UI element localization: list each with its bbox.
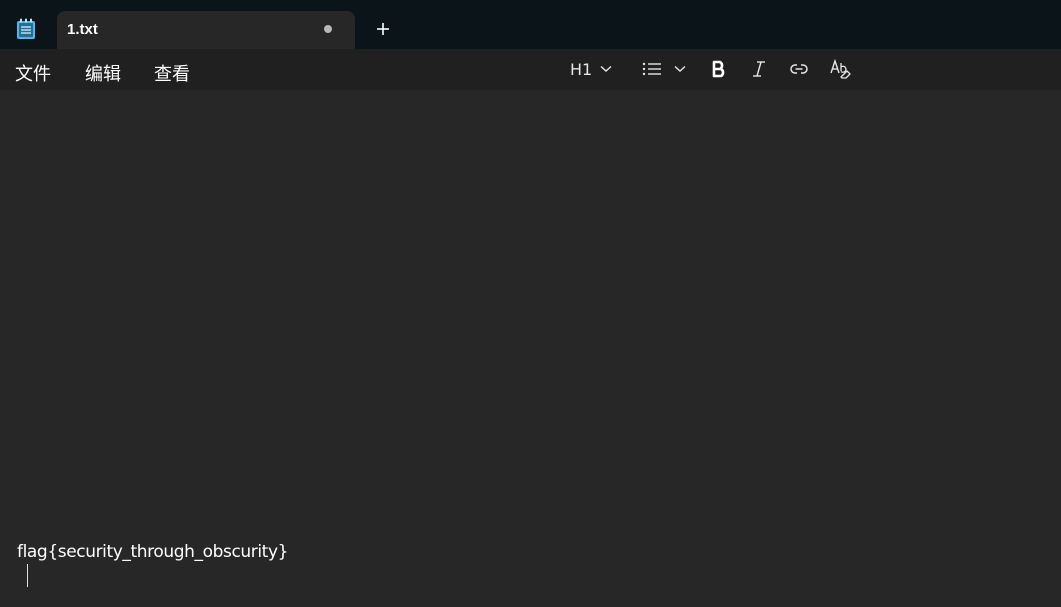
new-tab-button[interactable] <box>370 16 396 42</box>
heading-level-label: H1 <box>570 59 593 79</box>
link-button[interactable] <box>789 56 809 82</box>
bulleted-list-icon <box>642 62 661 76</box>
link-icon <box>790 64 808 74</box>
heading-dropdown[interactable]: H1 <box>570 56 612 82</box>
clear-formatting-button[interactable] <box>829 56 851 82</box>
clear-formatting-icon <box>830 59 851 79</box>
menu-file[interactable]: 文件 <box>11 58 55 88</box>
title-bar: 1.txt <box>0 0 1061 49</box>
chevron-down-icon <box>600 65 612 72</box>
list-dropdown[interactable] <box>642 56 686 82</box>
chevron-down-icon <box>674 65 686 72</box>
notepad-app-icon <box>16 18 36 40</box>
document-text: flag{security_through_obscurity} <box>17 542 289 562</box>
text-caret <box>27 564 28 587</box>
unsaved-dot-icon[interactable] <box>324 25 332 33</box>
menu-toolbar: 文件 编辑 查看 H1 <box>0 49 1061 90</box>
bold-button[interactable] <box>711 56 727 82</box>
italic-icon <box>753 61 765 77</box>
menu-edit[interactable]: 编辑 <box>81 58 125 88</box>
bold-icon <box>712 60 725 78</box>
menu-view[interactable]: 查看 <box>150 58 194 88</box>
italic-button[interactable] <box>751 56 767 82</box>
text-editor[interactable]: flag{security_through_obscurity} <box>0 90 1061 607</box>
tab-title: 1.txt <box>67 21 98 38</box>
plus-icon <box>377 23 389 35</box>
tab-1-txt[interactable]: 1.txt <box>57 11 355 49</box>
